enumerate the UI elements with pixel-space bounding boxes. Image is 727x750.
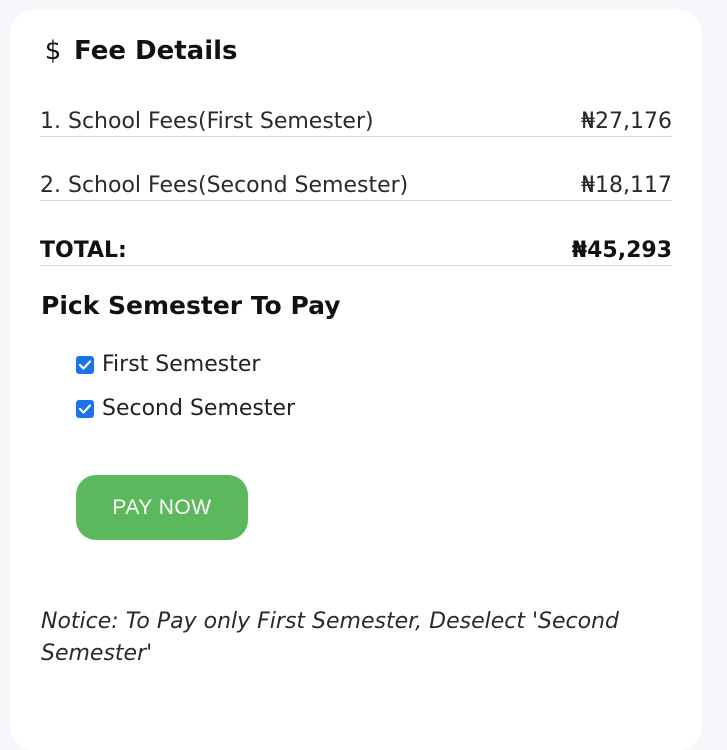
second-semester-label: Second Semester	[102, 396, 296, 421]
pick-semester-heading: Pick Semester To Pay	[41, 291, 341, 320]
total-label: TOTAL:	[40, 238, 127, 263]
second-semester-option[interactable]: Second Semester	[76, 396, 295, 421]
fee-row-second-semester: 2. School Fees(Second Semester) ₦18,117	[40, 158, 672, 201]
second-semester-checkbox[interactable]	[76, 399, 94, 418]
dollar-icon: $	[44, 36, 62, 66]
fee-row-first-semester: 1. School Fees(First Semester) ₦27,176	[40, 94, 672, 137]
notice-text: Notice: To Pay only First Semester, Dese…	[41, 609, 619, 666]
checkmark-icon	[79, 359, 91, 370]
fee-details-card: $ Fee Details 1. School Fees(First Semes…	[10, 10, 702, 750]
fee-label: 2. School Fees(Second Semester)	[40, 173, 409, 198]
pay-now-button[interactable]: PAY NOW	[76, 475, 248, 540]
first-semester-label: First Semester	[102, 352, 261, 377]
fee-amount: ₦27,176	[581, 109, 672, 134]
checkmark-icon	[79, 403, 91, 414]
fee-row-total: TOTAL: ₦45,293	[40, 223, 672, 266]
card-title: $ Fee Details	[42, 36, 238, 66]
first-semester-option[interactable]: First Semester	[76, 352, 260, 377]
fee-label: 1. School Fees(First Semester)	[40, 109, 374, 134]
first-semester-checkbox[interactable]	[76, 355, 94, 374]
card-title-text: Fee Details	[74, 36, 238, 66]
fee-amount: ₦18,117	[581, 173, 672, 198]
total-amount: ₦45,293	[571, 238, 672, 263]
